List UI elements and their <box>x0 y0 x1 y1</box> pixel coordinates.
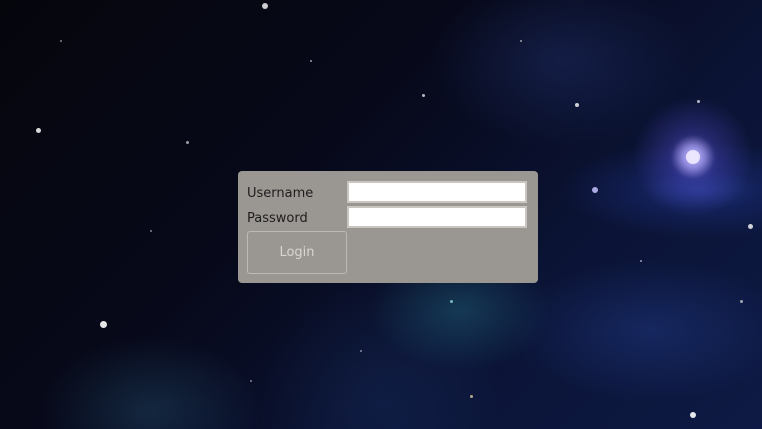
star <box>310 60 312 62</box>
star <box>186 141 189 144</box>
username-label: Username <box>247 186 314 201</box>
star <box>690 412 696 418</box>
star <box>262 3 268 9</box>
star <box>520 40 522 42</box>
star <box>250 380 252 382</box>
password-label: Password <box>247 211 308 226</box>
username-field[interactable] <box>347 181 527 203</box>
star <box>748 224 753 229</box>
star <box>36 128 41 133</box>
star <box>592 187 598 193</box>
star <box>640 260 642 262</box>
star <box>60 40 62 42</box>
login-button[interactable]: Login <box>247 231 347 274</box>
star <box>360 350 362 352</box>
star <box>575 103 579 107</box>
star <box>150 230 152 232</box>
login-panel: Username Password Login <box>238 171 538 283</box>
star <box>740 300 743 303</box>
star <box>470 395 473 398</box>
star <box>450 300 453 303</box>
star <box>697 100 700 103</box>
galaxy-core <box>686 150 700 164</box>
password-field[interactable] <box>347 206 527 228</box>
star <box>100 321 107 328</box>
star <box>422 94 425 97</box>
